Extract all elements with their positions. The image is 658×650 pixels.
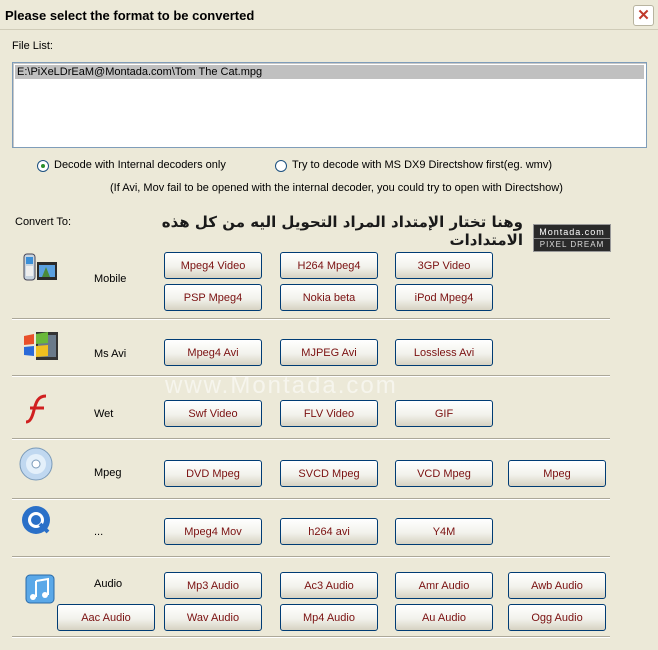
arabic-caption: وهنا تختار الإمتداد المراد التحويل اليه … [161,213,523,249]
wav-audio-button[interactable]: Wav Audio [164,604,262,631]
au-audio-button[interactable]: Au Audio [395,604,493,631]
file-list-item[interactable]: E:\PiXeLDrEaM@Montada.com\Tom The Cat.mp… [15,65,644,79]
file-list[interactable]: E:\PiXeLDrEaM@Montada.com\Tom The Cat.mp… [12,62,647,148]
nokia-beta-button[interactable]: Nokia beta [280,284,378,311]
flash-icon [20,392,60,428]
vcd-mpeg-button[interactable]: VCD Mpeg [395,460,493,487]
mpeg-button[interactable]: Mpeg [508,460,606,487]
svcd-mpeg-button[interactable]: SVCD Mpeg [280,460,378,487]
separator [12,438,610,440]
ipod-mpeg4-button[interactable]: iPod Mpeg4 [395,284,493,311]
h264-mpeg4-button[interactable]: H264 Mpeg4 [280,252,378,279]
window-title: Please select the format to be converted [5,8,255,23]
internal-decoder-label: Decode with Internal decoders only [54,159,226,171]
separator [12,498,610,500]
category-label-quicktime: ... [94,526,104,538]
mpeg4-avi-button[interactable]: Mpeg4 Avi [164,339,262,366]
aac-audio-button[interactable]: Aac Audio [57,604,155,631]
separator [12,636,610,638]
directshow-label: Try to decode with MS DX9 Directshow fir… [292,159,552,171]
close-icon: ✕ [637,7,650,24]
directshow-radio[interactable] [275,160,287,172]
mpeg4-mov-button[interactable]: Mpeg4 Mov [164,518,262,545]
separator [12,375,610,377]
separator [12,318,610,320]
mp3-audio-button[interactable]: Mp3 Audio [164,572,262,599]
category-label-mpeg: Mpeg [94,467,122,479]
swf-video-button[interactable]: Swf Video [164,400,262,427]
category-label-wet: Wet [94,408,114,420]
mobile-icon [20,252,60,288]
category-label-mobile: Mobile [94,273,127,285]
title-bar: Please select the format to be converted… [0,0,658,30]
ac3-audio-button[interactable]: Ac3 Audio [280,572,378,599]
mjpeg-avi-button[interactable]: MJPEG Avi [280,339,378,366]
3gp-video-button[interactable]: 3GP Video [395,252,493,279]
dvd-mpeg-button[interactable]: DVD Mpeg [164,460,262,487]
music-icon [20,571,60,607]
amr-audio-button[interactable]: Amr Audio [395,572,493,599]
windows-icon [20,328,60,364]
decoder-note: (If Avi, Mov fail to be opened with the … [110,182,563,194]
gif-button[interactable]: GIF [395,400,493,427]
awb-audio-button[interactable]: Awb Audio [508,572,606,599]
h264-avi-button[interactable]: h264 avi [280,518,378,545]
file-list-label: File List: [12,40,53,52]
internal-decoder-radio[interactable] [37,160,49,172]
close-button[interactable]: ✕ [633,5,654,26]
psp-mpeg4-button[interactable]: PSP Mpeg4 [164,284,262,311]
lossless-avi-button[interactable]: Lossless Avi [395,339,493,366]
montada-logo: Montada.com PIXEL DREAM [533,224,611,252]
convert-to-label: Convert To: [15,216,72,228]
mpeg4-video-button[interactable]: Mpeg4 Video [164,252,262,279]
category-label-audio: Audio [94,578,123,590]
quicktime-icon [18,503,58,539]
category-label-ms-avi: Ms Avi [94,348,127,360]
mp4-audio-button[interactable]: Mp4 Audio [280,604,378,631]
flv-video-button[interactable]: FLV Video [280,400,378,427]
disc-icon [16,446,56,482]
y4m-button[interactable]: Y4M [395,518,493,545]
ogg-audio-button[interactable]: Ogg Audio [508,604,606,631]
separator [12,556,610,558]
